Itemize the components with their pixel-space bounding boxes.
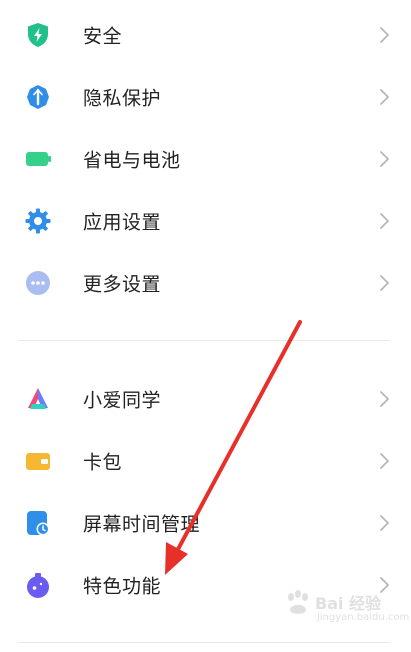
special-features-icon (24, 571, 52, 599)
battery-icon (24, 145, 52, 173)
xiaoai-icon (24, 385, 52, 413)
settings-item-label: 应用设置 (83, 211, 162, 234)
screen-time-icon (24, 509, 52, 537)
settings-item-card-wallet[interactable]: 卡包 (0, 430, 411, 492)
settings-item-label: 屏幕时间管理 (83, 513, 201, 536)
settings-item-label: 隐私保护 (83, 87, 162, 110)
settings-item-screen-time[interactable]: 屏幕时间管理 (0, 492, 411, 554)
settings-item-xiaoai[interactable]: 小爱同学 (0, 368, 411, 430)
chevron-right-icon (377, 451, 391, 471)
settings-item-label: 小爱同学 (83, 389, 162, 412)
gear-icon (24, 207, 52, 235)
paw-logo-icon (288, 590, 308, 614)
watermark-url: jingyan.baidu.com (317, 612, 410, 623)
chevron-right-icon (377, 87, 391, 107)
chevron-right-icon (377, 211, 391, 231)
chevron-right-icon (377, 149, 391, 169)
settings-item-label: 卡包 (83, 451, 123, 474)
privacy-icon (24, 83, 52, 111)
section-divider (18, 340, 390, 341)
card-wallet-icon (24, 447, 52, 475)
settings-item-app-settings[interactable]: 应用设置 (0, 190, 411, 252)
chevron-right-icon (377, 25, 391, 45)
chevron-right-icon (377, 389, 391, 409)
settings-item-label: 安全 (83, 25, 123, 48)
chevron-right-icon (377, 273, 391, 293)
settings-screen: 安全 隐私保护 省电与电池 应用设置 更多设置 小爱同学 卡包 屏幕时间管理 特… (0, 0, 411, 652)
settings-item-label: 省电与电池 (83, 149, 181, 172)
shield-icon (24, 21, 52, 49)
settings-item-label: 特色功能 (83, 575, 162, 598)
baidu-watermark: Bai 经验 jingyan.baidu.com (283, 586, 409, 630)
settings-item-security[interactable]: 安全 (0, 4, 411, 66)
settings-item-privacy[interactable]: 隐私保护 (0, 66, 411, 128)
watermark-text: Bai 经验 (315, 594, 382, 613)
more-icon (24, 269, 52, 297)
settings-item-label: 更多设置 (83, 273, 162, 296)
chevron-right-icon (377, 513, 391, 533)
settings-item-more-settings[interactable]: 更多设置 (0, 252, 411, 314)
settings-item-battery[interactable]: 省电与电池 (0, 128, 411, 190)
section-divider (18, 642, 390, 643)
